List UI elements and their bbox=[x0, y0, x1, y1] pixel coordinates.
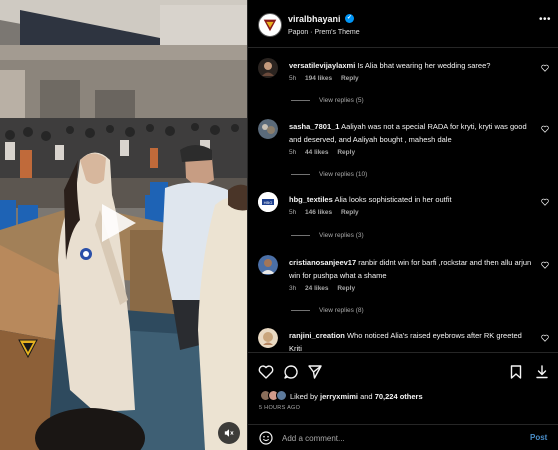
like-comment-heart-icon[interactable] bbox=[541, 64, 549, 72]
view-replies-button[interactable]: View replies (5) bbox=[291, 97, 364, 104]
like-comment-heart-icon[interactable] bbox=[541, 198, 549, 206]
svg-text:HBG: HBG bbox=[264, 200, 273, 205]
reel-video[interactable] bbox=[0, 0, 247, 450]
author-username[interactable]: viralbhayani bbox=[288, 14, 341, 24]
reply-button[interactable]: Reply bbox=[341, 209, 359, 216]
mute-icon[interactable] bbox=[218, 422, 240, 444]
comment-username[interactable]: versatilevijaylaxmi bbox=[289, 61, 355, 70]
save-bookmark-icon[interactable] bbox=[508, 364, 524, 380]
comment-meta: 5h 146 likes Reply bbox=[289, 209, 366, 216]
comment-text: ranjini_creation Who noticed Alia's rais… bbox=[289, 329, 533, 352]
play-icon[interactable] bbox=[102, 204, 136, 242]
view-replies-label: View replies (5) bbox=[319, 97, 364, 104]
liked-by-avatars bbox=[260, 390, 288, 401]
comment-meta: 5h 194 likes Reply bbox=[289, 75, 366, 82]
comment-meta: 5h 44 likes Reply bbox=[289, 149, 362, 156]
like-comment-heart-icon[interactable] bbox=[541, 125, 549, 133]
comment-input[interactable] bbox=[282, 430, 512, 446]
author-avatar[interactable] bbox=[258, 13, 282, 37]
reply-button[interactable]: Reply bbox=[337, 149, 355, 156]
commenter-avatar[interactable]: HBG bbox=[258, 192, 278, 212]
comment-time: 5h bbox=[289, 149, 297, 156]
comment-likes[interactable]: 194 likes bbox=[305, 75, 332, 82]
comment-likes[interactable]: 24 likes bbox=[305, 285, 329, 292]
comment-meta: 3h 24 likes Reply bbox=[289, 285, 362, 292]
post-comment-button[interactable]: Post bbox=[530, 433, 547, 442]
add-comment-bar: Post bbox=[248, 424, 558, 450]
replies-divider bbox=[291, 235, 310, 236]
like-heart-icon[interactable] bbox=[258, 364, 274, 380]
comment-body: Is Alia bhat wearing her wedding saree? bbox=[357, 61, 491, 70]
comment-likes[interactable]: 44 likes bbox=[305, 149, 329, 156]
liked-by-prefix: Liked by bbox=[290, 392, 318, 401]
comment-bubble-icon[interactable] bbox=[283, 364, 299, 380]
replies-divider bbox=[291, 310, 310, 311]
reply-button[interactable]: Reply bbox=[337, 285, 355, 292]
comment-username[interactable]: hbg_textiles bbox=[289, 195, 333, 204]
comment-text: sasha_7801_1 Aaliyah was not a special R… bbox=[289, 120, 533, 146]
comment-time: 5h bbox=[289, 209, 297, 216]
comment-text: hbg_textiles Alia looks sophisticated in… bbox=[289, 193, 533, 206]
emoji-icon[interactable] bbox=[259, 431, 273, 445]
more-options-icon[interactable]: ••• bbox=[539, 14, 551, 25]
comments-list: versatilevijaylaxmi Is Alia bhat wearing… bbox=[248, 48, 558, 352]
like-comment-heart-icon[interactable] bbox=[541, 334, 549, 342]
view-replies-label: View replies (8) bbox=[319, 307, 364, 314]
comment-username[interactable]: cristianosanjeev17 bbox=[289, 258, 356, 267]
download-icon[interactable] bbox=[534, 364, 550, 380]
reply-button[interactable]: Reply bbox=[341, 75, 359, 82]
liked-by-user[interactable]: jerryxmimi bbox=[320, 392, 358, 401]
comment-username[interactable]: sasha_7801_1 bbox=[289, 122, 339, 131]
commenter-avatar[interactable] bbox=[258, 328, 278, 348]
verified-badge-icon: ✓ bbox=[345, 14, 354, 23]
liked-by-text: Liked by jerryxmimi and 70,224 others bbox=[290, 392, 423, 401]
replies-divider bbox=[291, 174, 310, 175]
post-details-panel: viralbhayani ✓ Papon · Prem's Theme ••• … bbox=[247, 0, 558, 450]
post-timestamp: 5 HOURS AGO bbox=[259, 405, 301, 411]
view-replies-button[interactable]: View replies (8) bbox=[291, 307, 364, 314]
share-send-icon[interactable] bbox=[307, 364, 323, 380]
commenter-avatar[interactable] bbox=[258, 58, 278, 78]
comment-time: 5h bbox=[289, 75, 297, 82]
view-replies-button[interactable]: View replies (3) bbox=[291, 232, 364, 239]
liked-by-and: and bbox=[360, 392, 373, 401]
view-replies-label: View replies (3) bbox=[319, 232, 364, 239]
commenter-avatar[interactable] bbox=[258, 255, 278, 275]
post-header: viralbhayani ✓ Papon · Prem's Theme ••• bbox=[248, 0, 558, 48]
comment-text: cristianosanjeev17 ranbir didnt win for … bbox=[289, 256, 533, 282]
comment-username[interactable]: ranjini_creation bbox=[289, 331, 345, 340]
liked-by-count[interactable]: 70,224 others bbox=[375, 392, 423, 401]
comment-likes[interactable]: 146 likes bbox=[305, 209, 332, 216]
audio-track[interactable]: Papon · Prem's Theme bbox=[288, 29, 360, 36]
liker-avatar bbox=[276, 390, 287, 401]
view-replies-button[interactable]: View replies (10) bbox=[291, 171, 367, 178]
comment-body: Alia looks sophisticated in her outfit bbox=[334, 195, 452, 204]
comment-time: 3h bbox=[289, 285, 297, 292]
commenter-avatar[interactable] bbox=[258, 119, 278, 139]
like-comment-heart-icon[interactable] bbox=[541, 261, 549, 269]
viral-bhayani-watermark-logo bbox=[17, 337, 39, 359]
post-actions-bar: Liked by jerryxmimi and 70,224 others 5 … bbox=[248, 352, 558, 412]
replies-divider bbox=[291, 100, 310, 101]
view-replies-label: View replies (10) bbox=[319, 171, 368, 178]
comment-text: versatilevijaylaxmi Is Alia bhat wearing… bbox=[289, 59, 533, 72]
